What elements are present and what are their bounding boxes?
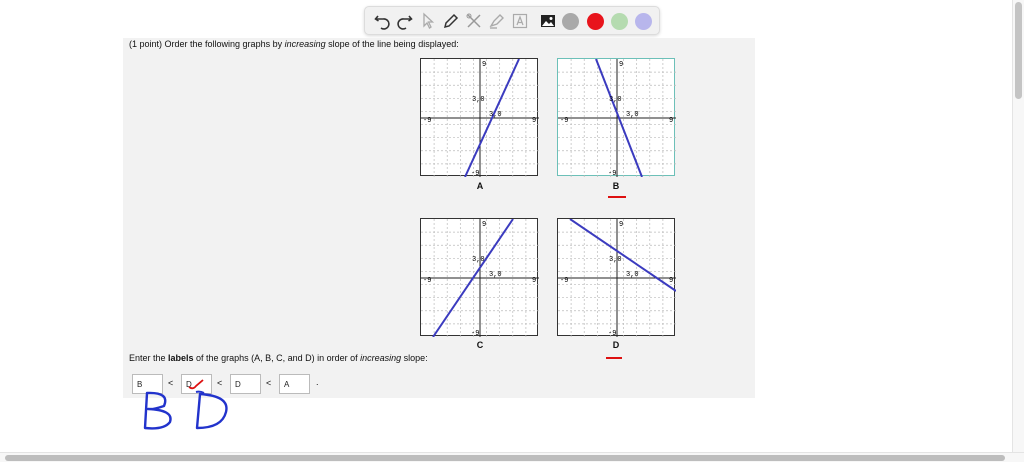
svg-text:3,0: 3,0 <box>626 111 639 119</box>
horizontal-scrollbar[interactable] <box>0 452 1024 462</box>
svg-text:3,0: 3,0 <box>626 271 639 279</box>
graph-a-plot: 9 3,0 3,0 -9 9 -9 <box>421 59 539 177</box>
color-red-swatch[interactable] <box>587 13 604 30</box>
svg-text:9: 9 <box>619 221 623 229</box>
graph-d-line <box>569 219 676 292</box>
pointer-icon[interactable] <box>418 11 438 31</box>
svg-text:9: 9 <box>482 61 486 69</box>
svg-text:9: 9 <box>669 117 673 125</box>
annotation-toolbar <box>364 6 660 35</box>
svg-text:-9: -9 <box>423 117 431 125</box>
graph-d-plot: 9 3,0 3,0 -9 9 -9 <box>558 219 676 337</box>
text-icon[interactable] <box>510 11 530 31</box>
vertical-scroll-thumb[interactable] <box>1015 2 1022 99</box>
redo-icon[interactable] <box>395 11 415 31</box>
red-underline-mark <box>606 357 622 359</box>
svg-text:9: 9 <box>532 117 536 125</box>
color-green-swatch[interactable] <box>611 13 628 30</box>
highlighter-icon[interactable] <box>487 11 507 31</box>
svg-text:3,0: 3,0 <box>609 256 622 264</box>
graph-d-label: D <box>612 340 620 350</box>
answer-instruction: Enter the labels of the graphs (A, B, C,… <box>129 353 428 363</box>
graph-a-label: A <box>476 181 484 191</box>
svg-text:-9: -9 <box>608 330 616 337</box>
less-than-sign: < <box>168 378 174 388</box>
problem-panel: (1 point) Order the following graphs by … <box>123 38 755 398</box>
less-than-sign: < <box>266 378 272 388</box>
svg-text:9: 9 <box>482 221 486 229</box>
svg-text:3,0: 3,0 <box>489 111 502 119</box>
graph-c-label: C <box>476 340 484 350</box>
svg-text:3,0: 3,0 <box>609 96 622 104</box>
graph-a: 9 3,0 3,0 -9 9 -9 <box>420 58 539 177</box>
svg-text:-9: -9 <box>560 277 568 285</box>
svg-text:-9: -9 <box>423 277 431 285</box>
graph-b: 9 3,0 3,0 -9 9 -9 <box>557 58 676 177</box>
answer-input-4[interactable]: A <box>279 374 310 394</box>
graph-d: 9 3,0 3,0 -9 9 -9 <box>557 218 676 337</box>
svg-text:3,0: 3,0 <box>472 96 485 104</box>
horizontal-scroll-thumb[interactable] <box>5 455 1005 461</box>
graph-b-plot: 9 3,0 3,0 -9 9 -9 <box>558 59 676 177</box>
problem-prompt: (1 point) Order the following graphs by … <box>129 39 459 49</box>
handwritten-annotation <box>143 390 228 430</box>
svg-text:9: 9 <box>669 277 673 285</box>
vertical-scrollbar[interactable] <box>1012 0 1024 452</box>
color-gray-swatch[interactable] <box>562 13 579 30</box>
image-icon[interactable] <box>538 11 558 31</box>
color-purple-swatch[interactable] <box>635 13 652 30</box>
graph-c-plot: 9 3,0 3,0 -9 9 -9 <box>421 219 539 337</box>
end-period: . <box>316 377 319 387</box>
undo-icon[interactable] <box>372 11 392 31</box>
svg-text:-9: -9 <box>560 117 568 125</box>
svg-text:-9: -9 <box>608 170 616 177</box>
svg-text:9: 9 <box>532 277 536 285</box>
graph-c: 9 3,0 3,0 -9 9 -9 <box>420 218 539 337</box>
svg-text:3,0: 3,0 <box>489 271 502 279</box>
pen-icon[interactable] <box>441 11 461 31</box>
red-underline-mark <box>608 196 626 198</box>
less-than-sign: < <box>217 378 223 388</box>
tools-icon[interactable] <box>464 11 484 31</box>
svg-text:-9: -9 <box>471 330 479 337</box>
svg-text:3,0: 3,0 <box>472 256 485 264</box>
svg-text:9: 9 <box>619 61 623 69</box>
graph-b-label: B <box>612 181 620 191</box>
svg-text:-9: -9 <box>471 170 479 177</box>
